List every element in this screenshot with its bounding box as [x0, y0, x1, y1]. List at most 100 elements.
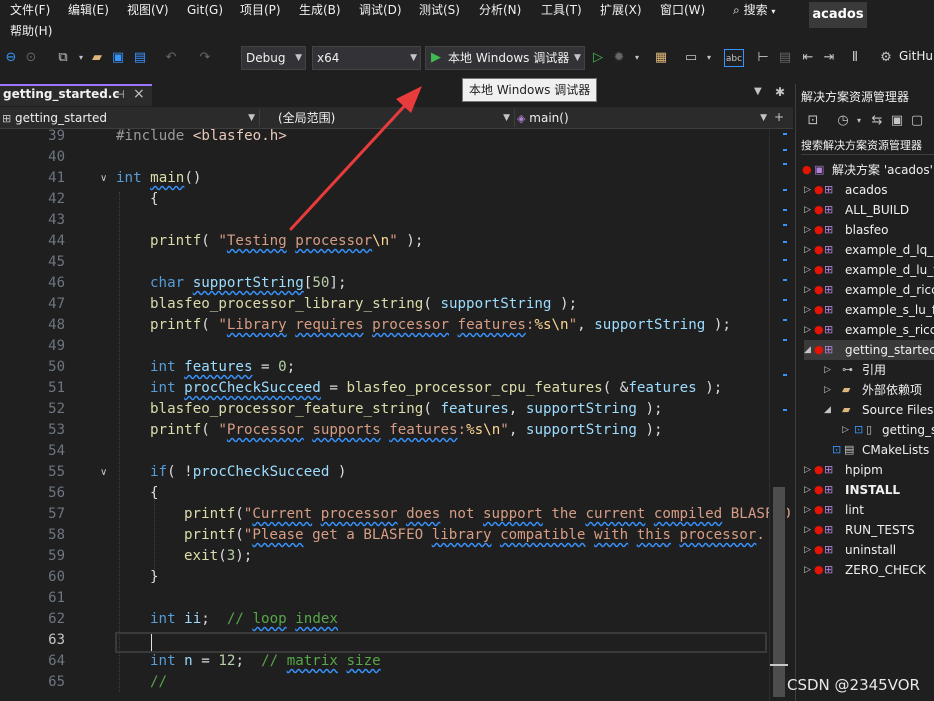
collapse-icon[interactable]: ∨	[100, 168, 107, 189]
platform-dropdown[interactable]: x64 ▼	[312, 46, 421, 70]
undo-icon[interactable]: ↶	[162, 49, 180, 67]
menu-git[interactable]: Git(G)	[187, 1, 223, 19]
tree-child[interactable]: ◢ ▰ Source Files	[824, 400, 934, 420]
comment-icon[interactable]: ⇥	[820, 49, 838, 67]
split-editor-icon[interactable]: +	[774, 110, 784, 124]
chevron-down-icon[interactable]: ▾	[850, 112, 868, 130]
tab-getting-started[interactable]: getting_started.c ⊣ ×	[0, 84, 152, 106]
expand-icon[interactable]: ▷	[804, 180, 811, 200]
collapse-icon[interactable]: ◢	[824, 400, 831, 420]
forward-icon[interactable]: ⊙	[22, 49, 40, 67]
github-label[interactable]: GitHu	[899, 49, 933, 63]
collapse-all-icon[interactable]: ▣	[888, 112, 906, 130]
menu-extensions[interactable]: 扩展(X)	[600, 1, 642, 19]
menu-project[interactable]: 项目(P)	[240, 1, 281, 19]
tree-project[interactable]: ▷ ● ⊞ uninstall	[804, 540, 934, 560]
browse-icon[interactable]: ▦	[652, 49, 670, 67]
solution-name-badge[interactable]: acados	[809, 2, 867, 28]
editor-scrollbar[interactable]	[769, 129, 788, 701]
menu-debug[interactable]: 调试(D)	[359, 1, 402, 19]
menu-edit[interactable]: 编辑(E)	[68, 1, 109, 19]
tree-project[interactable]: ▷ ● ⊞ lint	[804, 500, 934, 520]
tree-solution[interactable]: ● ▣ 解决方案 'acados'	[802, 160, 934, 180]
tree-project[interactable]: ▷ ● ⊞ example_d_ricc	[804, 280, 934, 300]
expand-icon[interactable]: ▷	[804, 560, 811, 580]
chevron-down-icon[interactable]: ▾	[628, 49, 646, 67]
save-icon[interactable]: ▣	[109, 49, 127, 67]
tab-list-dropdown-icon[interactable]: ▼	[754, 86, 762, 97]
tree-project-selected[interactable]: ◢ ● ⊞ getting_startec	[804, 340, 934, 360]
scope-dropdown[interactable]: (全局范围) ▼	[262, 109, 512, 127]
close-icon[interactable]: ×	[133, 86, 145, 102]
code-editor[interactable]: 39 #include <blasfeo.h> 40 41 ∨ int main…	[0, 129, 793, 701]
breakpoint-gutter[interactable]	[0, 129, 20, 701]
tree-child[interactable]: ▷ ▰ 外部依赖项	[824, 380, 934, 400]
expand-icon[interactable]: ▷	[804, 320, 811, 340]
tree-project[interactable]: ▷ ● ⊞ hpipm	[804, 460, 934, 480]
tree-project[interactable]: ▷ ● ⊞ ALL_BUILD	[804, 200, 934, 220]
tree-project[interactable]: ▷ ● ⊞ INSTALL	[804, 480, 934, 500]
redo-icon[interactable]: ↷	[196, 49, 214, 67]
member-dropdown[interactable]: ◈ main() ▼	[517, 109, 769, 127]
open-folder-icon[interactable]: ▰	[88, 49, 106, 67]
search-button[interactable]: ⌕ 搜索 ▾	[733, 1, 775, 19]
new-project-icon[interactable]: ⧉	[54, 49, 72, 67]
expand-icon[interactable]: ▷	[804, 280, 811, 300]
tree-child[interactable]: ▷ ⊶ 引用	[824, 360, 934, 380]
tree-project[interactable]: ▷ ● ⊞ example_s_ricc	[804, 320, 934, 340]
project-dropdown[interactable]: ⊞ getting_started ▼	[2, 109, 257, 127]
menu-file[interactable]: 文件(F)	[10, 1, 50, 19]
show-all-files-icon[interactable]: ▢	[908, 112, 926, 130]
expand-icon[interactable]: ▷	[804, 500, 811, 520]
menu-view[interactable]: 视图(V)	[127, 1, 169, 19]
align-icon[interactable]: ⊢	[754, 49, 772, 67]
expand-icon[interactable]: ▷	[824, 360, 831, 380]
expand-icon[interactable]: ▷	[804, 260, 811, 280]
tree-project[interactable]: ▷ ● ⊞ example_d_lq_	[804, 240, 934, 260]
tree-project[interactable]: ▷ ● ⊞ acados	[804, 180, 934, 200]
menu-test[interactable]: 测试(S)	[419, 1, 460, 19]
tree-project[interactable]: ▷ ● ⊞ example_d_lu_f	[804, 260, 934, 280]
spell-check-icon[interactable]: abc	[724, 49, 744, 67]
expand-icon[interactable]: ▷	[804, 480, 811, 500]
indent-icon[interactable]: ▤	[776, 49, 794, 67]
hot-reload-icon[interactable]: ✹	[610, 49, 628, 67]
outdent-icon[interactable]: ⇤	[799, 49, 817, 67]
tree-project[interactable]: ▷ ● ⊞ RUN_TESTS	[804, 520, 934, 540]
pin-icon[interactable]: ⊣	[115, 88, 125, 101]
tree-project[interactable]: ▷ ● ⊞ ZERO_CHECK	[804, 560, 934, 580]
back-icon[interactable]: ⊖	[2, 49, 20, 67]
save-all-icon[interactable]: ▤	[131, 49, 149, 67]
menu-tools[interactable]: 工具(T)	[541, 1, 582, 19]
expand-icon[interactable]: ▷	[804, 200, 811, 220]
expand-icon[interactable]: ▷	[804, 520, 811, 540]
sync-icon[interactable]: ⇆	[868, 112, 886, 130]
expand-icon[interactable]: ▷	[804, 540, 811, 560]
collapse-icon[interactable]: ◢	[804, 340, 811, 360]
menu-window[interactable]: 窗口(W)	[660, 1, 705, 19]
github-icon[interactable]: ⚙	[877, 49, 895, 67]
expand-icon[interactable]: ▷	[824, 380, 831, 400]
collapse-icon[interactable]: ∨	[100, 462, 107, 483]
menu-help[interactable]: 帮助(H)	[10, 22, 52, 40]
expand-icon[interactable]: ▷	[804, 220, 811, 240]
tree-child[interactable]: ⊡ ▤ CMakeLists	[832, 440, 934, 460]
start-without-debugging-icon[interactable]: ▷	[589, 49, 607, 67]
expand-icon[interactable]: ▷	[804, 460, 811, 480]
chevron-down-icon[interactable]: ▾	[700, 49, 718, 67]
window-layout-icon[interactable]: ▭	[682, 49, 700, 67]
expand-icon[interactable]: ▷	[804, 240, 811, 260]
solution-explorer-search[interactable]: 搜索解决方案资源管理器	[801, 137, 934, 155]
gear-icon[interactable]: ✱	[775, 85, 785, 99]
tree-project[interactable]: ▷ ● ⊞ blasfeo	[804, 220, 934, 240]
expand-icon[interactable]: ▷	[842, 420, 849, 440]
expand-icon[interactable]: ▷	[804, 300, 811, 320]
text-format-icon[interactable]: Ⅱ	[846, 49, 864, 67]
configuration-dropdown[interactable]: Debug ▼	[241, 46, 306, 70]
tree-child[interactable]: ▷ ⊡ ▯ getting_s	[842, 420, 934, 440]
start-debugging-button[interactable]: ▶ 本地 Windows 调试器 ▼	[425, 46, 585, 70]
tree-project[interactable]: ▷ ● ⊞ example_s_lu_f	[804, 300, 934, 320]
menu-build[interactable]: 生成(B)	[299, 1, 341, 19]
switch-views-icon[interactable]: ⊡	[804, 112, 822, 130]
menu-analyze[interactable]: 分析(N)	[479, 1, 521, 19]
